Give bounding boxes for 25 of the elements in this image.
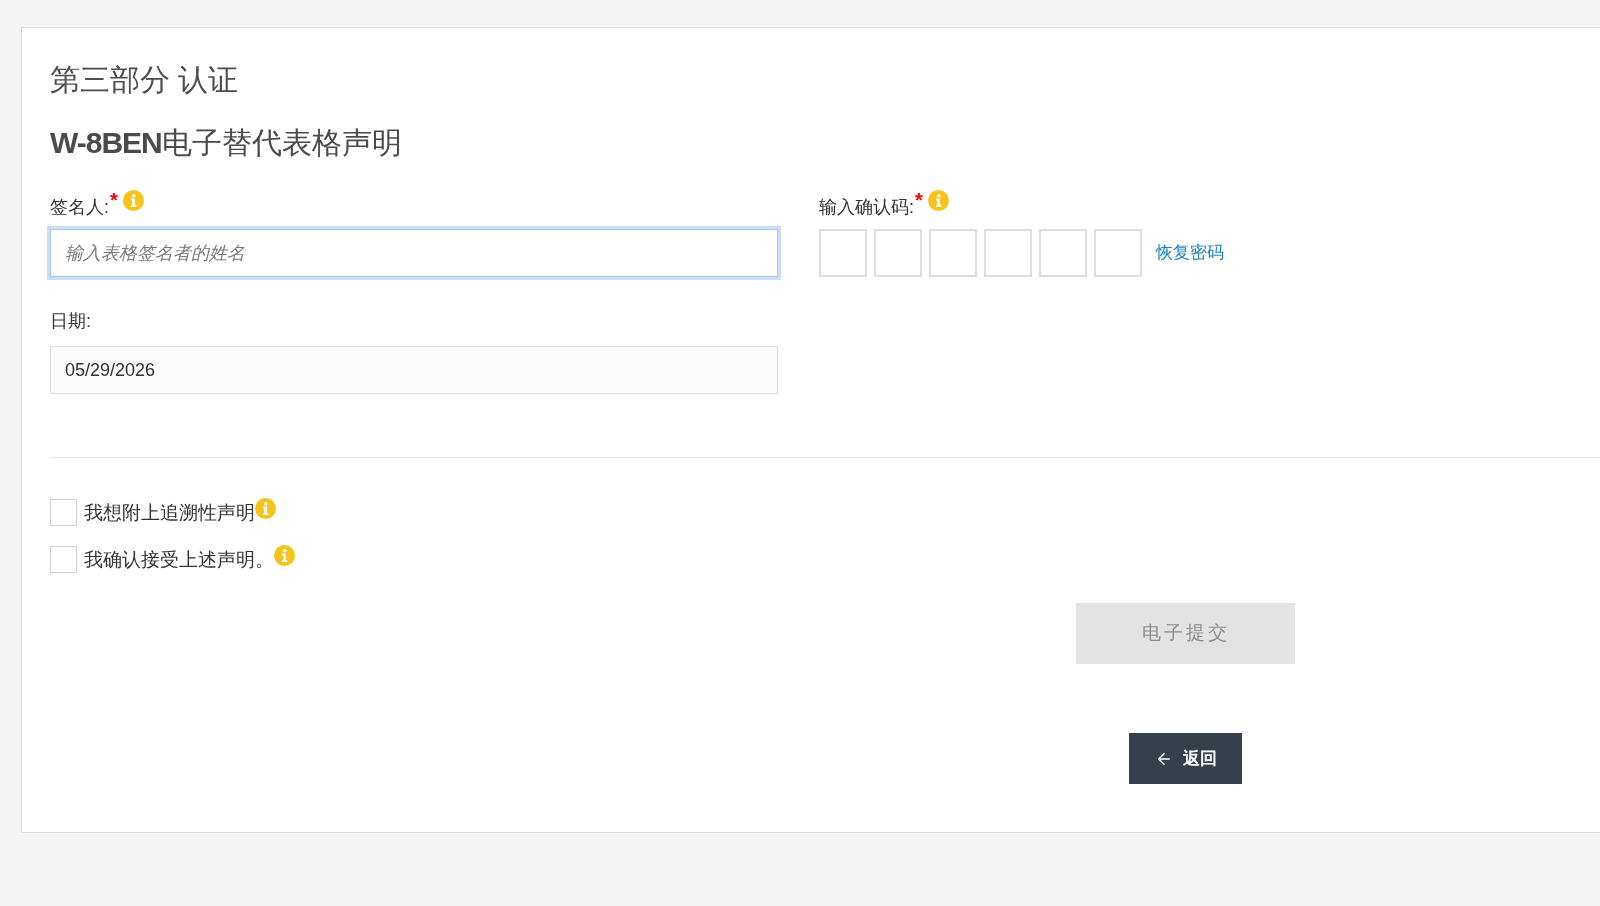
code-digit-input[interactable] bbox=[1039, 229, 1087, 277]
checkbox[interactable] bbox=[50, 546, 77, 573]
signer-label: 签名人: bbox=[50, 197, 109, 217]
checkbox[interactable] bbox=[50, 499, 77, 526]
code-digit-input[interactable] bbox=[874, 229, 922, 277]
info-icon[interactable] bbox=[274, 544, 295, 566]
info-icon[interactable] bbox=[255, 497, 276, 519]
code-digit-input[interactable] bbox=[984, 229, 1032, 277]
info-icon[interactable] bbox=[122, 190, 144, 211]
date-input[interactable]: 05/29/2026 bbox=[50, 346, 778, 394]
section-title: 第三部分 认证 bbox=[50, 64, 239, 96]
form-title: W-8BEN电子替代表格声明 bbox=[50, 127, 402, 159]
required-mark: * bbox=[915, 193, 923, 207]
signer-input[interactable]: 输入表格签名者的姓名 bbox=[50, 229, 778, 277]
back-button[interactable]: 返回 bbox=[1129, 733, 1242, 784]
checkbox-label: 我想附上追溯性声明 bbox=[84, 500, 255, 525]
checkbox-label: 我确认接受上述声明。 bbox=[84, 547, 274, 572]
confirmation-code-label: 输入确认码: bbox=[819, 197, 914, 217]
info-icon[interactable] bbox=[927, 190, 949, 211]
required-mark: * bbox=[110, 193, 118, 207]
code-digit-input[interactable] bbox=[929, 229, 977, 277]
date-label: 日期: bbox=[50, 311, 91, 331]
code-digit-input[interactable] bbox=[819, 229, 867, 277]
code-digit-input[interactable] bbox=[1094, 229, 1142, 277]
recover-password-link[interactable]: 恢复密码 bbox=[1156, 243, 1224, 263]
